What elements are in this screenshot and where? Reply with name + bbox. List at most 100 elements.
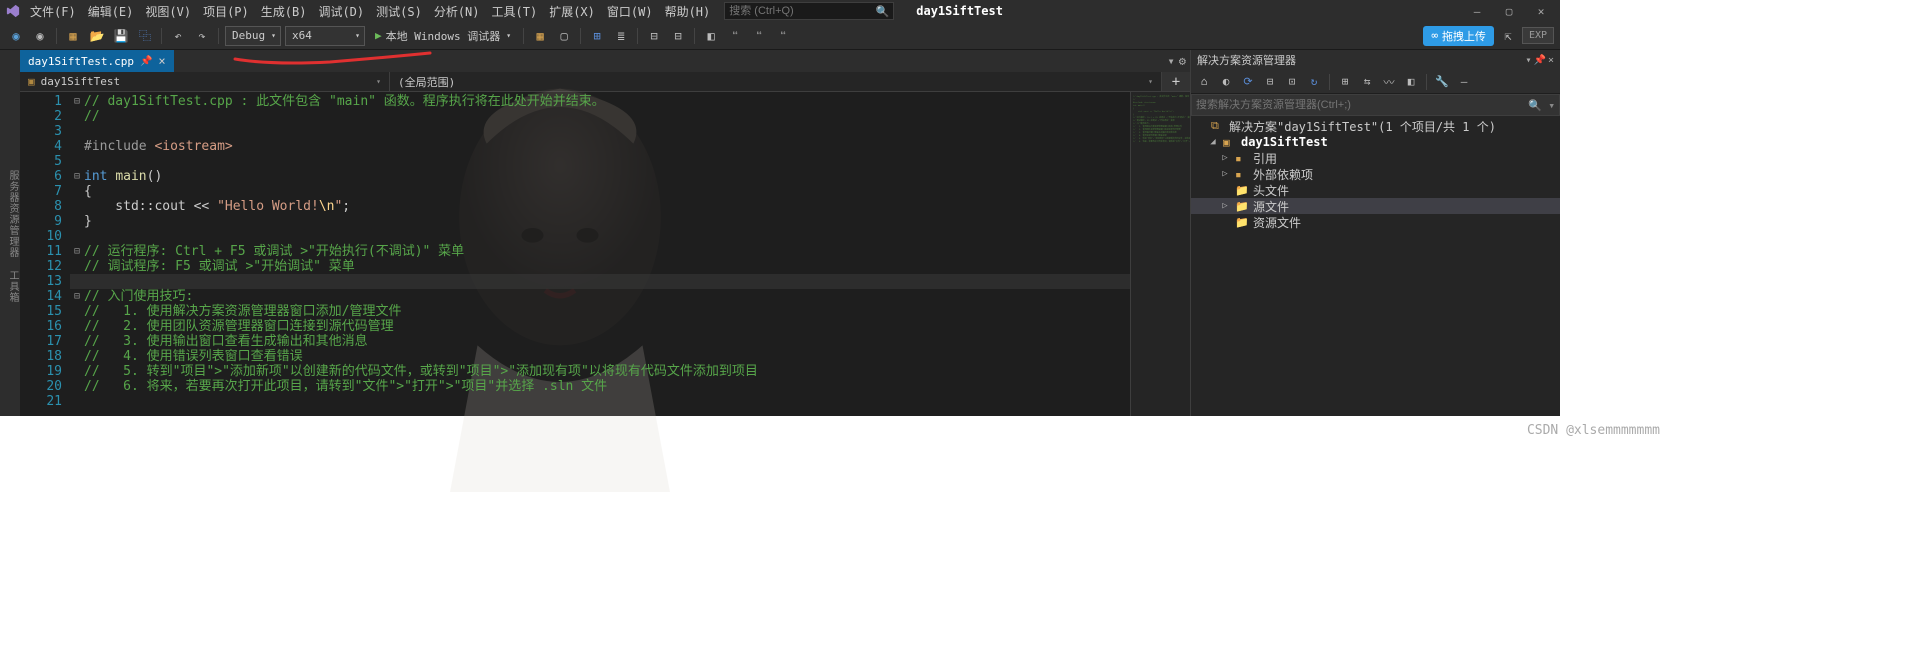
tab-close-icon[interactable]: × <box>158 54 165 68</box>
tool-icon[interactable]: ≣ <box>611 26 631 46</box>
pin-icon[interactable]: 📌 <box>140 56 152 67</box>
tree-row[interactable]: 📁资源文件 <box>1191 214 1560 230</box>
nav-back-icon[interactable]: ◉ <box>6 26 26 46</box>
new-project-icon[interactable]: ▦ <box>63 26 83 46</box>
minimap[interactable]: // day1SiftTest.cpp : 此文件包含 "main" 函数。程序… <box>1130 92 1190 416</box>
save-icon[interactable]: 💾 <box>111 26 131 46</box>
tree-row[interactable]: ▷▪外部依赖项 <box>1191 166 1560 182</box>
tool-icon[interactable]: ▦ <box>530 26 550 46</box>
panel-dropdown-icon[interactable]: ▾ <box>1525 55 1531 66</box>
menu-item[interactable]: 调试(D) <box>312 1 370 22</box>
home-icon[interactable]: ⌂ <box>1195 73 1213 91</box>
tool-icon[interactable]: ⊞ <box>1336 73 1354 91</box>
window-title: day1SiftTest <box>896 4 1460 18</box>
upload-button[interactable]: ∞ 拖拽上传 <box>1423 26 1494 46</box>
expand-icon[interactable]: ▷ <box>1219 153 1231 163</box>
share-icon[interactable]: ⇱ <box>1498 26 1518 46</box>
platform-combo[interactable]: x64▾ <box>285 26 365 46</box>
open-file-icon[interactable]: 📂 <box>87 26 107 46</box>
tree-row[interactable]: 📁头文件 <box>1191 182 1560 198</box>
fold-icon <box>70 304 84 319</box>
tool-icon[interactable]: — <box>1455 73 1473 91</box>
menu-item[interactable]: 工具(T) <box>486 1 544 22</box>
wrench-icon[interactable]: 🔧 <box>1433 73 1451 91</box>
tab-label: day1SiftTest.cpp <box>28 55 134 68</box>
tool-icon[interactable]: ❝ <box>773 26 793 46</box>
tool-icon[interactable]: ❝ <box>749 26 769 46</box>
title-bar: 文件(F)编辑(E)视图(V)项目(P)生成(B)调试(D)测试(S)分析(N)… <box>0 0 1560 22</box>
tree-row[interactable]: ▷▪引用 <box>1191 150 1560 166</box>
expand-icon[interactable]: ▷ <box>1219 201 1231 211</box>
fold-icon <box>70 394 84 409</box>
nav-fwd-icon[interactable]: ◉ <box>30 26 50 46</box>
expand-icon[interactable]: ◢ <box>1207 137 1219 147</box>
panel-search[interactable]: 🔍 ▾ <box>1191 94 1560 116</box>
fold-icon <box>70 124 84 139</box>
tool-icon[interactable]: ⊟ <box>668 26 688 46</box>
redo-icon[interactable]: ↷ <box>192 26 212 46</box>
menu-item[interactable]: 文件(F) <box>24 1 82 22</box>
fold-icon[interactable]: ⊟ <box>70 94 84 109</box>
tree-label: 解决方案"day1SiftTest"(1 个项目/共 1 个) <box>1229 118 1496 135</box>
minimize-button[interactable]: — <box>1462 1 1492 21</box>
menu-item[interactable]: 窗口(W) <box>601 1 659 22</box>
maximize-button[interactable]: ▢ <box>1494 1 1524 21</box>
project-icon: ▣ <box>28 75 35 88</box>
fold-icon <box>70 139 84 154</box>
panel-close-icon[interactable]: × <box>1548 55 1554 66</box>
expand-icon[interactable]: ▷ <box>1219 169 1231 179</box>
left-toolbox-sidebar[interactable]: 服务器资源管理器 工具箱 <box>0 50 20 416</box>
menu-item[interactable]: 视图(V) <box>139 1 197 22</box>
tree-row[interactable]: ▷📁源文件 <box>1191 198 1560 214</box>
quick-search[interactable]: 🔍 <box>724 2 894 20</box>
start-debug-button[interactable]: ▶ 本地 Windows 调试器 ▾ <box>369 26 517 46</box>
tool-icon[interactable]: ▢ <box>554 26 574 46</box>
nav-add-button[interactable]: + <box>1162 72 1190 91</box>
menu-item[interactable]: 测试(S) <box>370 1 428 22</box>
menu-item[interactable]: 编辑(E) <box>82 1 140 22</box>
separator <box>637 28 638 44</box>
tool-icon[interactable]: ⊟ <box>644 26 664 46</box>
tool-icon[interactable]: ⊞ <box>587 26 607 46</box>
panel-search-input[interactable] <box>1196 99 1528 111</box>
tool-icon[interactable]: ⊡ <box>1283 73 1301 91</box>
panel-title-bar[interactable]: 解决方案资源管理器 ▾ 📌 × <box>1191 50 1560 70</box>
menu-item[interactable]: 分析(N) <box>428 1 486 22</box>
fold-icon <box>70 334 84 349</box>
menu-item[interactable]: 项目(P) <box>197 1 255 22</box>
save-all-icon[interactable]: ⿻ <box>135 26 155 46</box>
tree-row[interactable]: ⧉解决方案"day1SiftTest"(1 个项目/共 1 个) <box>1191 118 1560 134</box>
tab-dropdown-icon[interactable]: ▾ <box>1168 54 1175 68</box>
fold-icon[interactable]: ⊟ <box>70 169 84 184</box>
fold-icon[interactable]: ⊟ <box>70 289 84 304</box>
tool-icon[interactable]: ⟳ <box>1239 73 1257 91</box>
undo-icon[interactable]: ↶ <box>168 26 188 46</box>
tool-icon[interactable]: ⇆ <box>1358 73 1376 91</box>
node-icon: 📁 <box>1235 200 1249 213</box>
tab-settings-icon[interactable]: ⚙ <box>1179 54 1186 68</box>
tool-icon[interactable]: ⊟ <box>1261 73 1279 91</box>
solution-tree[interactable]: ⧉解决方案"day1SiftTest"(1 个项目/共 1 个)◢▣day1Si… <box>1191 116 1560 416</box>
fold-icon <box>70 364 84 379</box>
editor-tab[interactable]: day1SiftTest.cpp 📌 × <box>20 50 174 72</box>
quick-search-input[interactable] <box>729 5 869 17</box>
tool-icon[interactable]: ◐ <box>1217 73 1235 91</box>
config-combo[interactable]: Debug▾ <box>225 26 281 46</box>
tree-label: 引用 <box>1253 150 1277 167</box>
menu-item[interactable]: 生成(B) <box>255 1 313 22</box>
menu-item[interactable]: 扩展(X) <box>543 1 601 22</box>
tool-icon[interactable]: ◧ <box>1402 73 1420 91</box>
fold-icon[interactable]: ⊟ <box>70 244 84 259</box>
tree-row[interactable]: ◢▣day1SiftTest <box>1191 134 1560 150</box>
watermark-text: CSDN @xlsemmmmmmm <box>1527 423 1660 438</box>
code-editor[interactable]: ⊟// day1SiftTest.cpp : 此文件包含 "main" 函数。程… <box>70 92 1130 416</box>
close-button[interactable]: ✕ <box>1526 1 1556 21</box>
tool-icon[interactable]: ❝ <box>725 26 745 46</box>
panel-pin-icon[interactable]: 📌 <box>1534 55 1546 66</box>
menu-item[interactable]: 帮助(H) <box>659 1 717 22</box>
panel-title-label: 解决方案资源管理器 <box>1197 52 1296 68</box>
exp-badge[interactable]: EXP <box>1522 27 1554 44</box>
tool-icon[interactable]: 〰 <box>1380 73 1398 91</box>
tool-icon[interactable]: ◧ <box>701 26 721 46</box>
tool-icon[interactable]: ↻ <box>1305 73 1323 91</box>
